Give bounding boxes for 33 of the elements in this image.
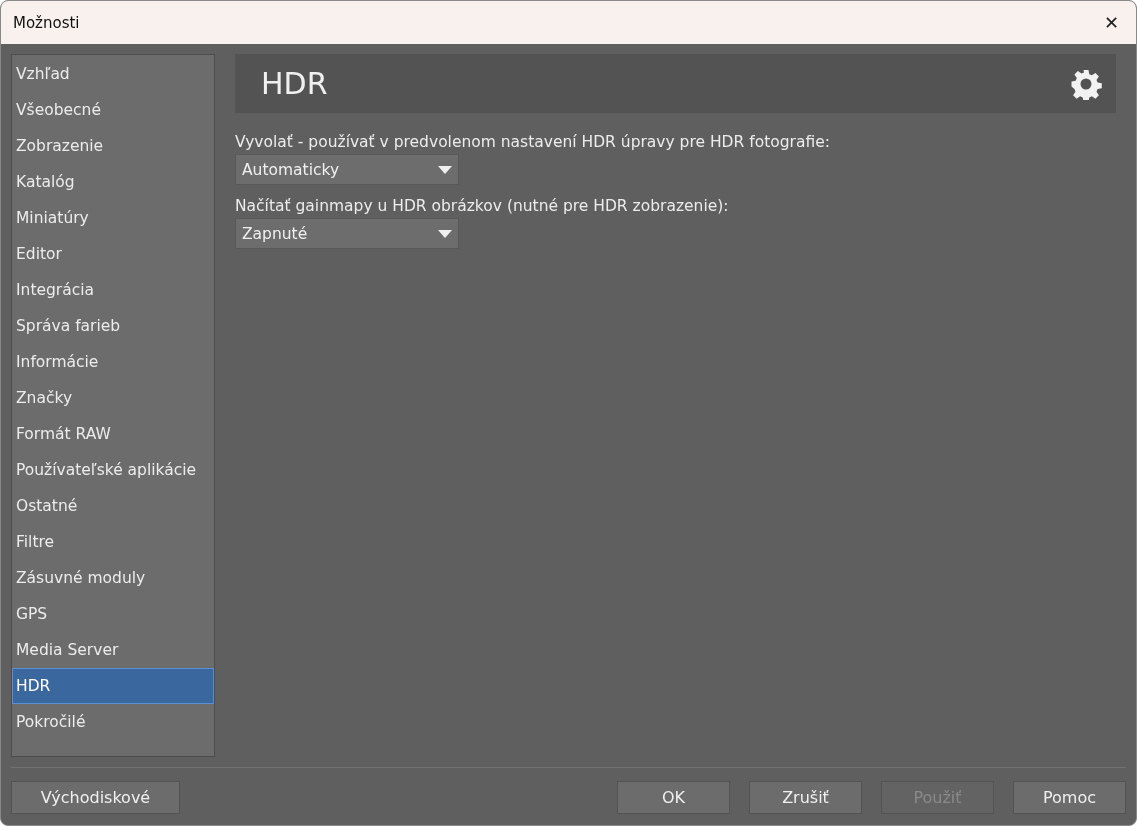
category-item[interactable]: Všeobecné [12,92,214,128]
category-item[interactable]: Editor [12,236,214,272]
category-item[interactable]: Značky [12,380,214,416]
category-item[interactable]: Pokročilé [12,704,214,740]
category-item[interactable]: Filtre [12,524,214,560]
category-item[interactable]: Informácie [12,344,214,380]
dialog-button[interactable]: Zrušiť [749,781,862,814]
dialog-button[interactable]: Pomoc [1013,781,1126,814]
category-item[interactable]: Správa farieb [12,308,214,344]
category-item[interactable]: Formát RAW [12,416,214,452]
category-item[interactable]: Integrácia [12,272,214,308]
setting-label: Vyvolať - používať v predvolenom nastavení HDR úpravy pre HDR fotografie: [235,133,831,151]
category-item[interactable]: Miniatúry [12,200,214,236]
category-item[interactable]: Media Server [12,632,214,668]
section-title: HDR [261,66,328,101]
settings-icon[interactable] [1070,67,1102,100]
category-item[interactable]: Katalóg [12,164,214,200]
window-title: Možnosti [13,13,80,32]
dropdown[interactable]: Automaticky [235,154,459,185]
close-button[interactable]: ✕ [1086,1,1136,44]
category-item[interactable]: Vzhľad [12,56,214,92]
category-item[interactable]: Zobrazenie [12,128,214,164]
category-item[interactable]: Používateľské aplikácie [12,452,214,488]
category-item[interactable]: HDR [12,668,214,704]
caret-icon [438,165,452,174]
dialog-button[interactable]: Východiskové [11,781,180,814]
category-item[interactable]: Zásuvné moduly [12,560,214,596]
dialog-button[interactable]: OK [617,781,730,814]
category-item[interactable]: Ostatné [12,488,214,524]
category-item[interactable]: GPS [12,596,214,632]
caret-icon [438,229,452,238]
setting-label: Načítať gainmapy u HDR obrázkov (nutné pre HDR zobrazenie): [235,197,730,215]
dropdown[interactable]: Zapnuté [235,218,459,249]
